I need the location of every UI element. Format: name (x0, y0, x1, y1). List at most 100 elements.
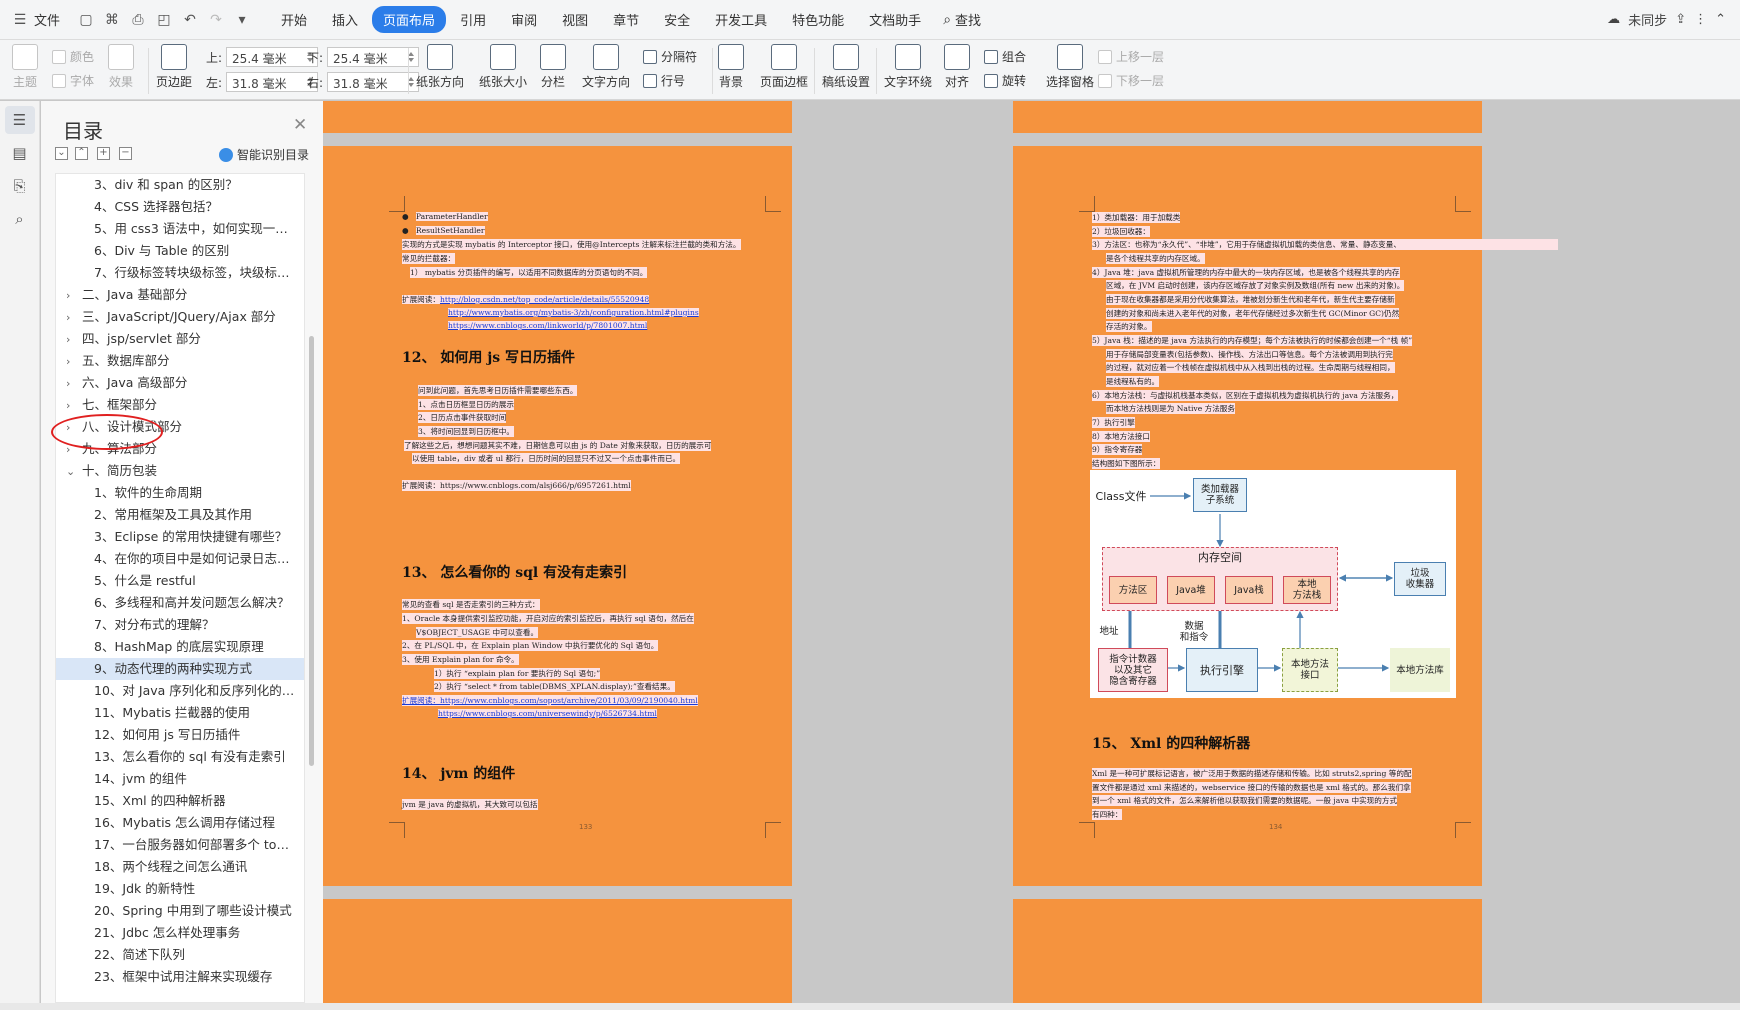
close-icon[interactable]: ✕ (293, 115, 307, 135)
chevron-right-icon[interactable]: › (66, 373, 82, 394)
bring-forward-button[interactable]: 上移一层 (1098, 48, 1164, 65)
print-icon[interactable]: ⎙ (126, 8, 150, 32)
tab-4[interactable]: 审阅 (500, 6, 548, 33)
tab-9[interactable]: 特色功能 (781, 6, 855, 33)
send-backward-button[interactable]: 下移一层 (1098, 72, 1164, 89)
bottom-margin-input[interactable]: 25.4 毫米 (327, 47, 420, 67)
cnblogs-universe-link[interactable]: https://www.cnblogs.com/universewindy/p/… (438, 709, 657, 718)
line-number-button[interactable]: 行号 (643, 72, 685, 89)
columns-button[interactable]: 分栏 (540, 44, 566, 90)
blog-link[interactable]: http://blog.csdn.net/top_code/article/de… (439, 295, 650, 304)
tab-1[interactable]: 插入 (321, 6, 369, 33)
tab-0[interactable]: 开始 (270, 6, 318, 33)
toc-item[interactable]: 5、什么是 restful (56, 570, 304, 592)
toc-item[interactable]: 14、jvm 的组件 (56, 768, 304, 790)
toc-item[interactable]: 4、在你的项目中是如何记录日志的？ (56, 548, 304, 570)
mybatis-link[interactable]: http://www.mybatis.org/mybatis-3/zh/conf… (448, 308, 699, 317)
chevron-right-icon[interactable]: › (66, 329, 82, 350)
redo-icon[interactable]: ↷ (204, 8, 228, 32)
toc-item[interactable]: 3、Eclipse 的常用快捷键有哪些？ (56, 526, 304, 548)
toc-item[interactable]: 21、Jdbc 怎么样处理事务 (56, 922, 304, 944)
toc-item[interactable]: › 二、Java 基础部分 (56, 284, 304, 306)
toc-item[interactable]: 8、HashMap 的底层实现原理 (56, 636, 304, 658)
tab-10[interactable]: 文档助手 (858, 6, 932, 33)
chevron-right-icon[interactable]: › (66, 351, 82, 372)
chevron-right-icon[interactable]: › (66, 285, 82, 306)
smart-toc-button[interactable]: 智能识别目录 (219, 146, 309, 163)
tab-6[interactable]: 章节 (602, 6, 650, 33)
paper-size-button[interactable]: 纸张大小 (479, 44, 527, 90)
save-icon[interactable]: ▢ (74, 8, 98, 32)
chevron-right-icon[interactable]: › (66, 307, 82, 328)
toc-item[interactable]: 20、Spring 中用到了哪些设计模式 (56, 900, 304, 922)
group-button[interactable]: 组合 (984, 48, 1026, 65)
toc-item[interactable]: › 四、jsp/servlet 部分 (56, 328, 304, 350)
margins-button[interactable]: 页边距 (156, 44, 192, 90)
file-menu[interactable]: 文件 (34, 6, 71, 33)
color-button[interactable]: 颜色 (52, 48, 94, 65)
toc-item[interactable]: 6、Div 与 Table 的区别 (56, 240, 304, 262)
toc-item[interactable]: 19、Jdk 的新特性 (56, 878, 304, 900)
left-margin-input[interactable]: 31.8 毫米 (226, 72, 319, 92)
share-icon[interactable]: ⇪ (1675, 12, 1686, 27)
toc-item[interactable]: 16、Mybatis 怎么调用存储过程 (56, 812, 304, 834)
undo-icon[interactable]: ↶ (178, 8, 202, 32)
remove-entry-icon[interactable]: − (119, 147, 132, 160)
tab-5[interactable]: 视图 (551, 6, 599, 33)
font-button[interactable]: 字体 (52, 72, 94, 89)
effect-button[interactable]: 效果 (108, 44, 134, 90)
tab-2[interactable]: 页面布局 (372, 6, 447, 33)
tab-3[interactable]: 引用 (449, 6, 497, 33)
toc-item[interactable]: 11、Mybatis 拦截器的使用 (56, 702, 304, 724)
hamburger-icon[interactable]: ☰ (8, 8, 32, 32)
more-icon[interactable]: ⋮ (1694, 12, 1707, 27)
cnblogs-sopost-link[interactable]: 扩展阅读：https://www.cnblogs.com/sopost/arch… (402, 695, 698, 706)
document-icon[interactable]: ▤ (5, 139, 35, 167)
toc-item[interactable]: › 三、JavaScript/JQuery/Ajax 部分 (56, 306, 304, 328)
text-wrap-button[interactable]: 文字环绕 (884, 44, 932, 90)
chevron-down-icon[interactable]: ⌄ (66, 461, 82, 482)
more-dropdown-icon[interactable]: ▾ (230, 8, 254, 32)
text-direction-button[interactable]: 文字方向 (582, 44, 630, 90)
align-button[interactable]: 对齐 (944, 44, 970, 90)
rotate-button[interactable]: 旋转 (984, 72, 1026, 89)
collapse-all-icon[interactable]: ⌃ (75, 147, 88, 160)
toc-item[interactable]: 13、怎么看你的 sql 有没有走索引 (56, 746, 304, 768)
toc-item[interactable]: 12、如何用 js 写日历插件 (56, 724, 304, 746)
page-border-button[interactable]: 页面边框 (760, 44, 808, 90)
toc-item[interactable]: 9、动态代理的两种实现方式 (56, 658, 304, 680)
print-preview-icon[interactable]: ◰ (152, 8, 176, 32)
toc-item[interactable]: › 七、框架部分 (56, 394, 304, 416)
toc-item[interactable]: › 五、数据库部分 (56, 350, 304, 372)
find-icon[interactable]: ⌕ (5, 205, 35, 233)
toc-item[interactable]: 10、对 Java 序列化和反序列化的理解 (56, 680, 304, 702)
toc-item[interactable]: 1、软件的生命周期 (56, 482, 304, 504)
expand-all-icon[interactable]: ⌄ (55, 147, 68, 160)
toc-item[interactable]: 7、对分布式的理解？ (56, 614, 304, 636)
selection-pane-button[interactable]: 选择窗格 (1046, 44, 1094, 90)
toc-item[interactable]: 17、一台服务器如何部署多个 tomcat (56, 834, 304, 856)
separator-button[interactable]: 分隔符 (643, 48, 697, 65)
collapse-ribbon-icon[interactable]: ⌃ (1715, 12, 1726, 27)
toc-item[interactable]: 15、Xml 的四种解析器 (56, 790, 304, 812)
toc-item[interactable]: 6、多线程和高并发问题怎么解决？ (56, 592, 304, 614)
search-button[interactable]: ⌕ 查找 (943, 10, 981, 30)
top-margin-input[interactable]: 25.4 毫米 (226, 47, 319, 67)
toc-panel-icon[interactable]: ☰ (4, 106, 35, 134)
toc-item[interactable]: 22、简述下队列 (56, 944, 304, 966)
toc-item[interactable]: ⌄ 十、简历包装 (56, 460, 304, 482)
sync-status[interactable]: ☁ 未同步 ⇪ ⋮ ⌃ (1607, 10, 1726, 29)
toc-item[interactable]: 3、div 和 span 的区别？ (56, 174, 304, 196)
toc-item[interactable]: 4、CSS 选择器包括？ (56, 196, 304, 218)
toc-item[interactable]: › 六、Java 高级部分 (56, 372, 304, 394)
orientation-button[interactable]: 纸张方向 (416, 44, 464, 90)
bookmark-icon[interactable]: ⎘ (5, 172, 35, 200)
theme-button[interactable]: 主题 (12, 44, 38, 90)
toc-item[interactable]: 18、两个线程之间怎么通讯 (56, 856, 304, 878)
toc-item[interactable]: 2、常用框架及工具及其作用 (56, 504, 304, 526)
right-margin-input[interactable]: 31.8 毫米 (327, 72, 420, 92)
add-entry-icon[interactable]: + (97, 147, 110, 160)
toc-item[interactable]: 7、行级标签转块级标签，块级标签转行级标签 (56, 262, 304, 284)
tab-7[interactable]: 安全 (653, 6, 701, 33)
chevron-right-icon[interactable]: › (66, 395, 82, 416)
